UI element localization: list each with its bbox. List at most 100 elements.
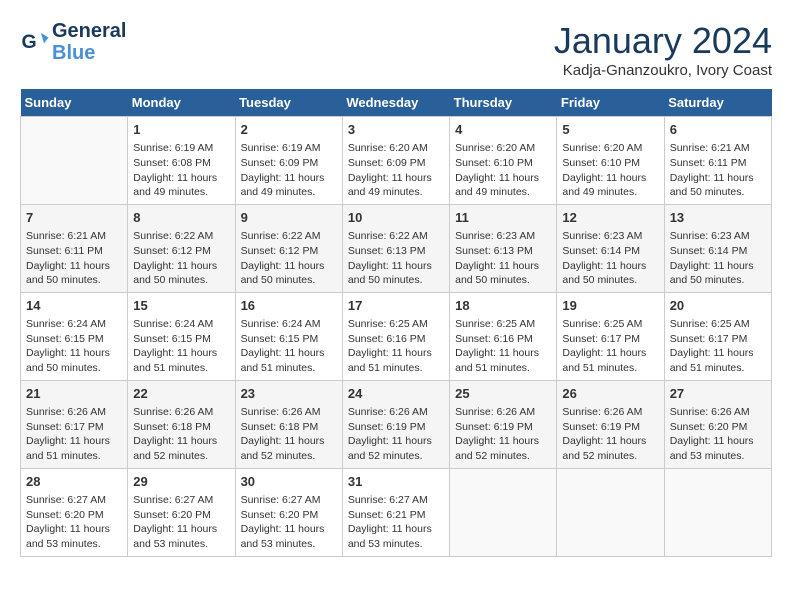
day-info: Sunrise: 6:26 AM Sunset: 6:17 PM Dayligh…	[26, 405, 122, 464]
day-number: 15	[133, 297, 229, 315]
day-info: Sunrise: 6:24 AM Sunset: 6:15 PM Dayligh…	[133, 317, 229, 376]
calendar-cell: 18 Sunrise: 6:25 AM Sunset: 6:16 PM Dayli…	[450, 292, 557, 380]
day-info: Sunrise: 6:23 AM Sunset: 6:14 PM Dayligh…	[562, 229, 658, 288]
calendar-cell: 5Sunrise: 6:20 AM Sunset: 6:10 PM Daylig…	[557, 117, 664, 205]
day-header-wednesday: Wednesday	[342, 89, 449, 117]
calendar-cell	[557, 468, 664, 556]
day-number: 31	[348, 473, 444, 491]
day-header-saturday: Saturday	[664, 89, 771, 117]
month-title: January 2024	[554, 20, 772, 62]
calendar-cell: 14 Sunrise: 6:24 AM Sunset: 6:15 PM Dayli…	[21, 292, 128, 380]
calendar-cell: 7 Sunrise: 6:21 AM Sunset: 6:11 PM Daylig…	[21, 204, 128, 292]
week-row-3: 14 Sunrise: 6:24 AM Sunset: 6:15 PM Dayli…	[21, 292, 772, 380]
logo-blue: Blue	[52, 42, 126, 64]
day-number: 28	[26, 473, 122, 491]
day-number: 4	[455, 121, 551, 139]
day-info: Sunrise: 6:22 AM Sunset: 6:12 PM Dayligh…	[133, 229, 229, 288]
day-info: Sunrise: 6:21 AM Sunset: 6:11 PM Dayligh…	[26, 229, 122, 288]
calendar-cell: 11 Sunrise: 6:23 AM Sunset: 6:13 PM Dayli…	[450, 204, 557, 292]
day-number: 8	[133, 209, 229, 227]
calendar-cell: 2Sunrise: 6:19 AM Sunset: 6:09 PM Daylig…	[235, 117, 342, 205]
day-info: Sunrise: 6:25 AM Sunset: 6:16 PM Dayligh…	[348, 317, 444, 376]
logo: G General Blue	[20, 20, 126, 64]
day-number: 22	[133, 385, 229, 403]
day-info: Sunrise: 6:24 AM Sunset: 6:15 PM Dayligh…	[26, 317, 122, 376]
calendar-cell: 29Sunrise: 6:27 AM Sunset: 6:20 PM Dayli…	[128, 468, 235, 556]
calendar-cell: 30 Sunrise: 6:27 AM Sunset: 6:20 PM Dayli…	[235, 468, 342, 556]
logo-general: General	[52, 20, 126, 42]
calendar-cell: 23 Sunrise: 6:26 AM Sunset: 6:18 PM Dayli…	[235, 380, 342, 468]
calendar-cell: 21 Sunrise: 6:26 AM Sunset: 6:17 PM Dayli…	[21, 380, 128, 468]
day-info: Sunrise: 6:26 AM Sunset: 6:18 PM Dayligh…	[133, 405, 229, 464]
day-info: Sunrise: 6:26 AM Sunset: 6:19 PM Dayligh…	[455, 405, 551, 464]
calendar-cell: 10Sunrise: 6:22 AM Sunset: 6:13 PM Dayli…	[342, 204, 449, 292]
day-number: 14	[26, 297, 122, 315]
calendar-cell	[450, 468, 557, 556]
day-number: 17	[348, 297, 444, 315]
calendar-cell: 1Sunrise: 6:19 AM Sunset: 6:08 PM Daylig…	[128, 117, 235, 205]
calendar-cell: 19 Sunrise: 6:25 AM Sunset: 6:17 PM Dayli…	[557, 292, 664, 380]
calendar-cell: 6Sunrise: 6:21 AM Sunset: 6:11 PM Daylig…	[664, 117, 771, 205]
day-info: Sunrise: 6:22 AM Sunset: 6:12 PM Dayligh…	[241, 229, 337, 288]
day-info: Sunrise: 6:23 AM Sunset: 6:13 PM Dayligh…	[455, 229, 551, 288]
title-block: January 2024 Kadja-Gnanzoukro, Ivory Coa…	[554, 20, 772, 79]
day-header-monday: Monday	[128, 89, 235, 117]
day-number: 12	[562, 209, 658, 227]
calendar-cell: 28 Sunrise: 6:27 AM Sunset: 6:20 PM Dayli…	[21, 468, 128, 556]
day-number: 7	[26, 209, 122, 227]
calendar-cell: 20Sunrise: 6:25 AM Sunset: 6:17 PM Dayli…	[664, 292, 771, 380]
day-info: Sunrise: 6:21 AM Sunset: 6:11 PM Dayligh…	[670, 141, 766, 200]
day-number: 29	[133, 473, 229, 491]
calendar-cell: 9 Sunrise: 6:22 AM Sunset: 6:12 PM Daylig…	[235, 204, 342, 292]
day-header-friday: Friday	[557, 89, 664, 117]
day-number: 9	[241, 209, 337, 227]
day-number: 25	[455, 385, 551, 403]
day-info: Sunrise: 6:23 AM Sunset: 6:14 PM Dayligh…	[670, 229, 766, 288]
day-number: 18	[455, 297, 551, 315]
calendar-cell: 27 Sunrise: 6:26 AM Sunset: 6:20 PM Dayli…	[664, 380, 771, 468]
calendar-cell: 4 Sunrise: 6:20 AM Sunset: 6:10 PM Daylig…	[450, 117, 557, 205]
week-row-4: 21 Sunrise: 6:26 AM Sunset: 6:17 PM Dayli…	[21, 380, 772, 468]
day-number: 21	[26, 385, 122, 403]
day-number: 16	[241, 297, 337, 315]
svg-text:G: G	[22, 31, 37, 53]
calendar-cell: 26Sunrise: 6:26 AM Sunset: 6:19 PM Dayli…	[557, 380, 664, 468]
day-number: 3	[348, 121, 444, 139]
calendar-cell: 13Sunrise: 6:23 AM Sunset: 6:14 PM Dayli…	[664, 204, 771, 292]
day-number: 1	[133, 121, 229, 139]
day-info: Sunrise: 6:25 AM Sunset: 6:16 PM Dayligh…	[455, 317, 551, 376]
day-info: Sunrise: 6:26 AM Sunset: 6:19 PM Dayligh…	[348, 405, 444, 464]
day-header-tuesday: Tuesday	[235, 89, 342, 117]
calendar-cell: 17 Sunrise: 6:25 AM Sunset: 6:16 PM Dayli…	[342, 292, 449, 380]
days-header-row: SundayMondayTuesdayWednesdayThursdayFrid…	[21, 89, 772, 117]
calendar-cell: 12 Sunrise: 6:23 AM Sunset: 6:14 PM Dayli…	[557, 204, 664, 292]
calendar-cell	[664, 468, 771, 556]
day-header-sunday: Sunday	[21, 89, 128, 117]
day-info: Sunrise: 6:27 AM Sunset: 6:20 PM Dayligh…	[26, 493, 122, 552]
calendar-cell: 31Sunrise: 6:27 AM Sunset: 6:21 PM Dayli…	[342, 468, 449, 556]
day-info: Sunrise: 6:27 AM Sunset: 6:20 PM Dayligh…	[241, 493, 337, 552]
calendar-table: SundayMondayTuesdayWednesdayThursdayFrid…	[20, 89, 772, 557]
day-number: 11	[455, 209, 551, 227]
day-info: Sunrise: 6:26 AM Sunset: 6:20 PM Dayligh…	[670, 405, 766, 464]
calendar-cell	[21, 117, 128, 205]
logo-icon: G	[20, 27, 50, 57]
page-header: G General Blue January 2024 Kadja-Gnanzo…	[20, 20, 772, 79]
day-info: Sunrise: 6:26 AM Sunset: 6:18 PM Dayligh…	[241, 405, 337, 464]
day-number: 30	[241, 473, 337, 491]
day-header-thursday: Thursday	[450, 89, 557, 117]
day-number: 19	[562, 297, 658, 315]
day-number: 24	[348, 385, 444, 403]
day-info: Sunrise: 6:19 AM Sunset: 6:09 PM Dayligh…	[241, 141, 337, 200]
day-info: Sunrise: 6:22 AM Sunset: 6:13 PM Dayligh…	[348, 229, 444, 288]
calendar-cell: 22 Sunrise: 6:26 AM Sunset: 6:18 PM Dayli…	[128, 380, 235, 468]
calendar-cell: 15 Sunrise: 6:24 AM Sunset: 6:15 PM Dayli…	[128, 292, 235, 380]
calendar-cell: 24 Sunrise: 6:26 AM Sunset: 6:19 PM Dayli…	[342, 380, 449, 468]
day-info: Sunrise: 6:20 AM Sunset: 6:10 PM Dayligh…	[562, 141, 658, 200]
day-info: Sunrise: 6:25 AM Sunset: 6:17 PM Dayligh…	[562, 317, 658, 376]
day-info: Sunrise: 6:20 AM Sunset: 6:10 PM Dayligh…	[455, 141, 551, 200]
day-number: 23	[241, 385, 337, 403]
day-number: 27	[670, 385, 766, 403]
calendar-cell: 25 Sunrise: 6:26 AM Sunset: 6:19 PM Dayli…	[450, 380, 557, 468]
calendar-cell: 8 Sunrise: 6:22 AM Sunset: 6:12 PM Daylig…	[128, 204, 235, 292]
